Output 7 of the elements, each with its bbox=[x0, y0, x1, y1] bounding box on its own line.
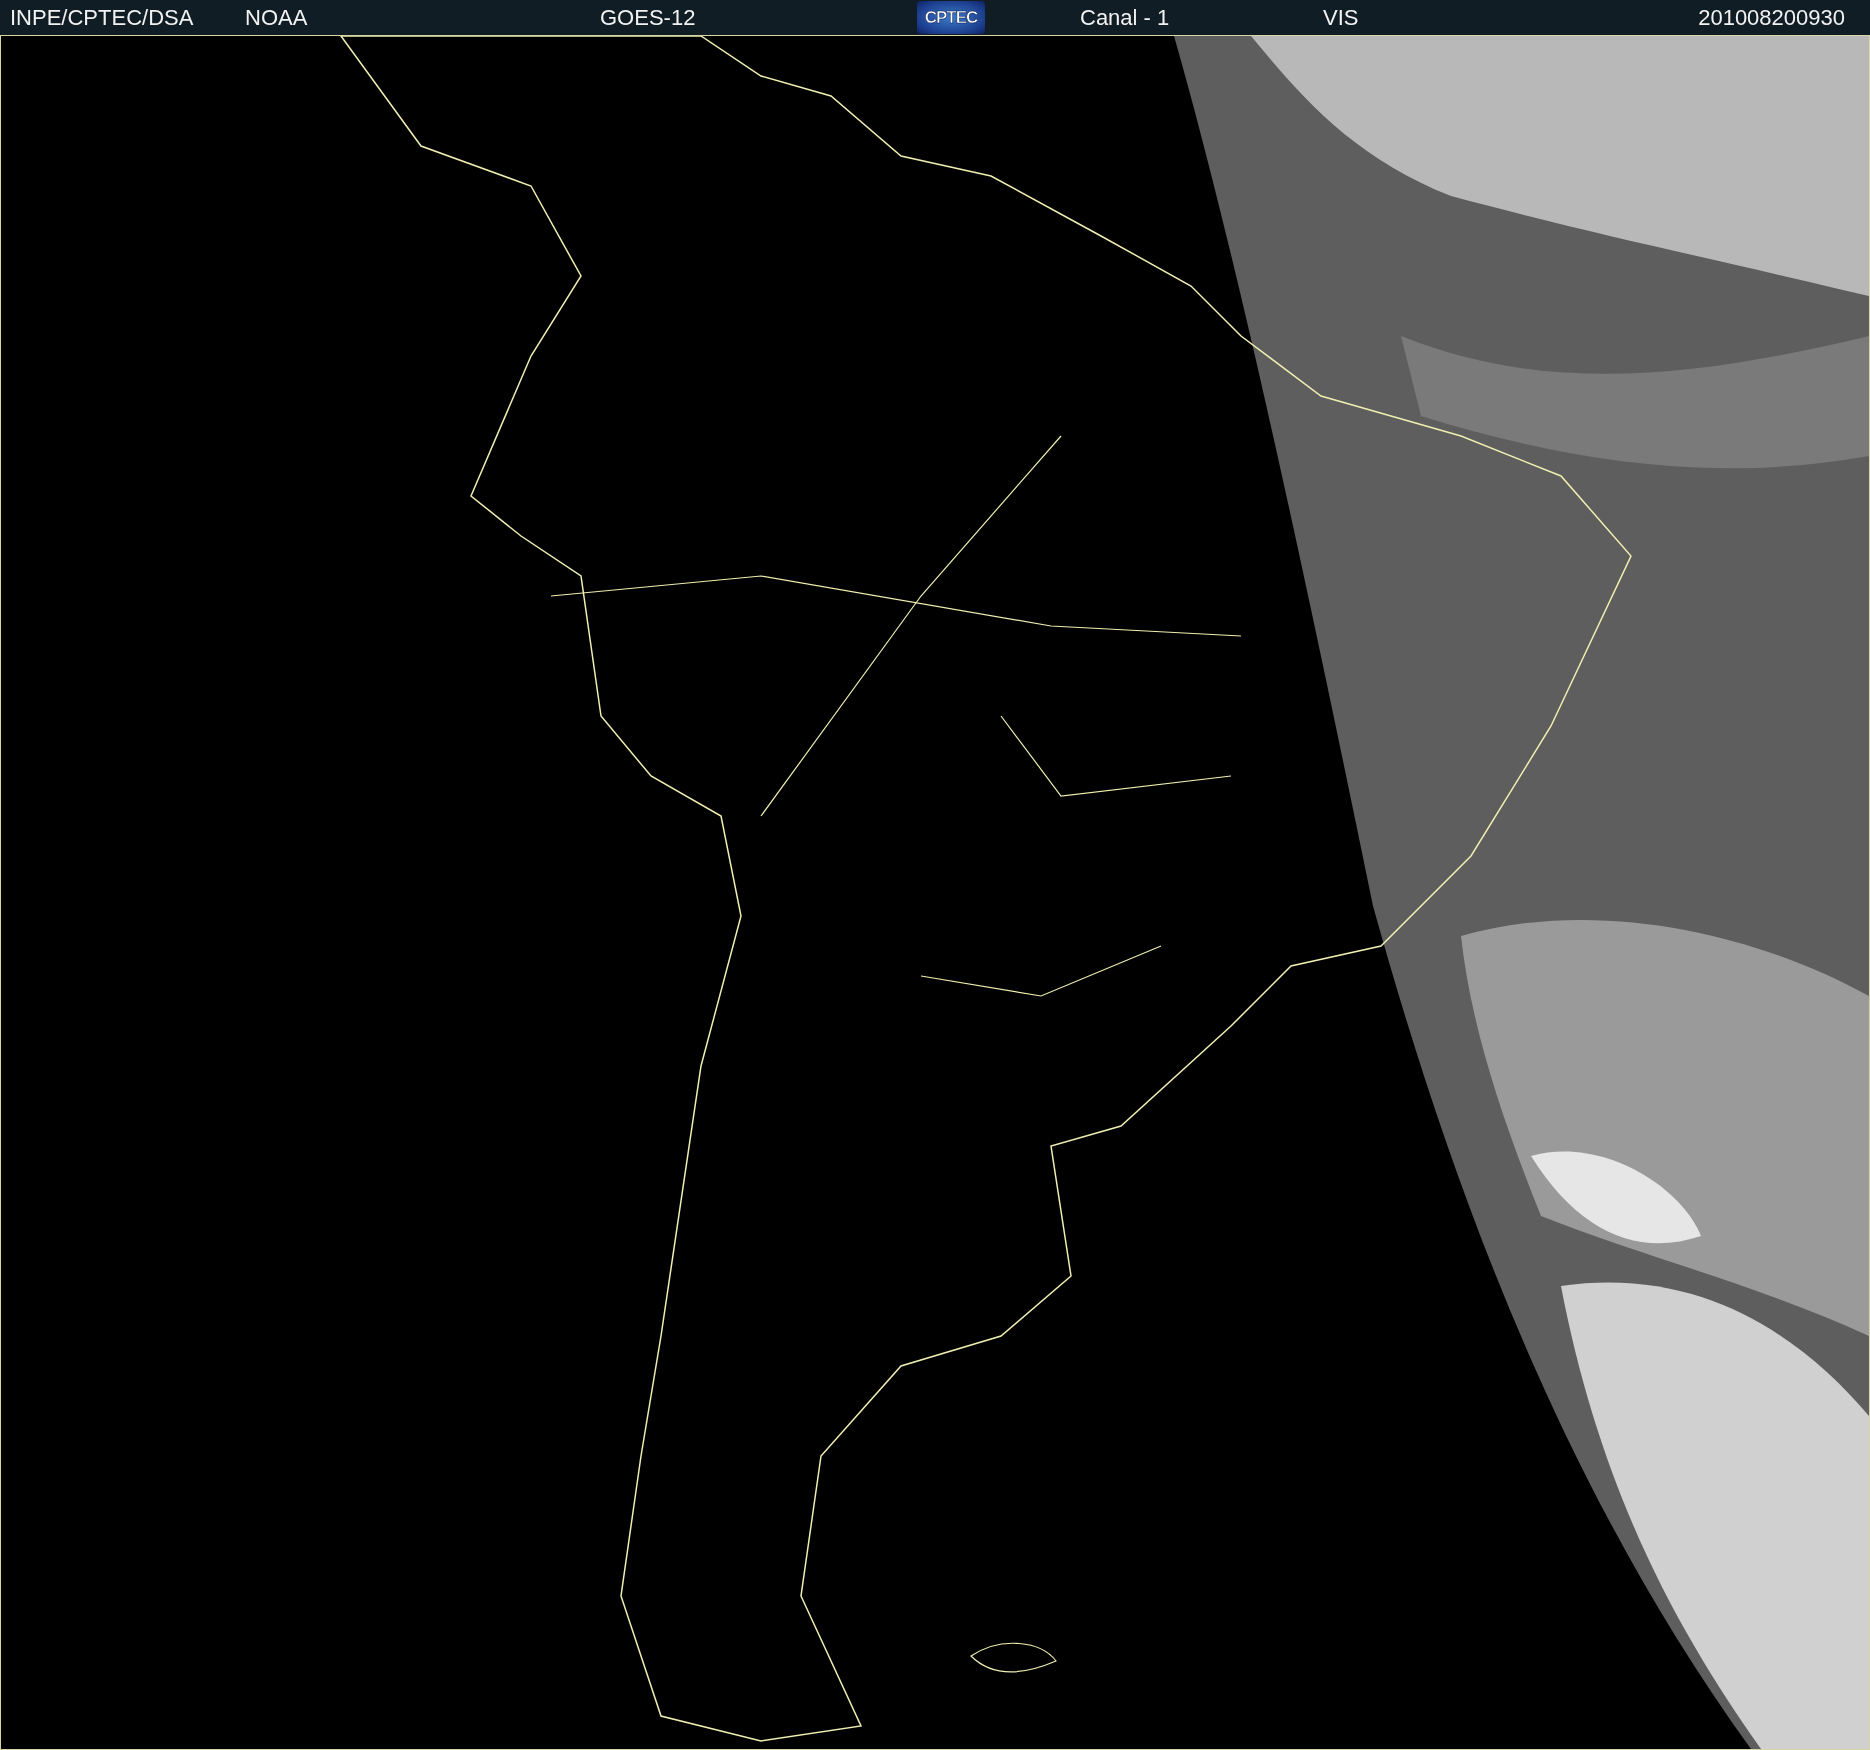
satellite-label: GOES-12 bbox=[600, 4, 696, 31]
timestamp-label: 201008200930 bbox=[1698, 4, 1845, 31]
channel-label: Canal - 1 bbox=[1080, 4, 1170, 31]
agency-label: NOAA bbox=[245, 4, 308, 31]
source-label: INPE/CPTEC/DSA bbox=[10, 4, 194, 31]
logo: CPTEC bbox=[917, 1, 985, 34]
band-label: VIS bbox=[1323, 4, 1359, 31]
